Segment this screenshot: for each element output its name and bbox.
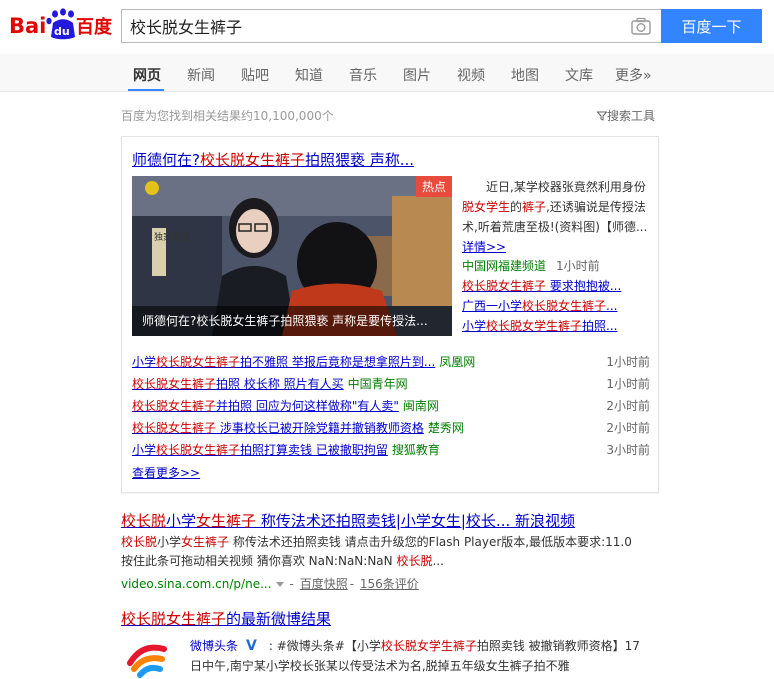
- hot-badge: 热点: [415, 176, 452, 197]
- dropdown-arrow-icon[interactable]: [275, 581, 284, 587]
- comments-link[interactable]: 156条评价: [360, 577, 419, 591]
- news-list-link[interactable]: 校长脱女生裤子并拍照 回应为何这样做称"有人卖": [132, 399, 399, 413]
- result-url-line: video.sina.com.cn/p/ne... - 百度快照 - 156条评价: [121, 577, 419, 591]
- side-news-link-2[interactable]: 广西一小学校长脱女生裤子...: [462, 297, 617, 314]
- weibo-headline-logo-icon[interactable]: [124, 633, 170, 679]
- news-summary: 近日,某学校器张竟然利用身份脱女学生的裤子,还诱骗说是传授法术,听着荒唐至极!(…: [462, 180, 648, 254]
- active-tab-indicator: [128, 89, 164, 91]
- weibo-result-title[interactable]: 校长脱女生裤子的最新微博结果: [121, 608, 331, 629]
- tab-web[interactable]: 网页: [133, 65, 161, 85]
- news-list-link[interactable]: 校长脱女生裤子 涉事校长已被开除党籍并撤销教师资格: [132, 421, 424, 435]
- news-card-title[interactable]: 师德何在?校长脱女生裤子拍照猥亵 声称...: [132, 149, 414, 170]
- news-read-more-link[interactable]: 详情>>: [462, 240, 506, 254]
- news-list-link[interactable]: 小学校长脱女生裤子拍不雅照 举报后竟称是想拿照片到...: [132, 355, 435, 369]
- tab-news[interactable]: 新闻: [187, 65, 215, 85]
- news-list-item: 校长脱女生裤子并拍照 回应为何这样做称"有人卖" 闽南网 2小时前: [132, 396, 650, 416]
- news-card: 师德何在?校长脱女生裤子拍照猥亵 声称... 独家报道 热点 师德何在?校长脱女…: [121, 136, 659, 493]
- tab-music[interactable]: 音乐: [349, 65, 377, 85]
- view-more-link[interactable]: 查看更多>>: [132, 464, 200, 481]
- news-list-link[interactable]: 校长脱女生裤子拍照 校长称 照片有人买: [132, 377, 344, 391]
- tab-images[interactable]: 图片: [403, 65, 431, 85]
- video-caption: 师德何在?校长脱女生裤子拍照猥亵 声称是要传授法...: [132, 306, 452, 336]
- verified-v-icon: V: [246, 638, 257, 654]
- tab-zhidao[interactable]: 知道: [295, 65, 323, 85]
- search-box: [121, 9, 661, 43]
- tabs-bar: 网页 新闻 贴吧 知道 音乐 图片 视频 地图 文库 更多»: [0, 54, 774, 92]
- result-url: video.sina.com.cn/p/ne...: [121, 577, 272, 591]
- news-list-item: 小学校长脱女生裤子拍照打算卖钱 已被撤职拘留 搜狐教育 3小时前: [132, 440, 650, 460]
- news-list-source: 楚秀网: [427, 421, 464, 435]
- news-list-source: 闽南网: [402, 399, 439, 413]
- news-list-item: 校长脱女生裤子 涉事校长已被开除党籍并撤销教师资格 楚秀网 2小时前: [132, 418, 650, 438]
- news-list-source: 搜狐教育: [391, 443, 440, 457]
- baidu-logo[interactable]: Bai du 百度: [9, 7, 113, 41]
- news-list-time: 1小时前: [606, 377, 650, 391]
- search-tools-label: 搜索工具: [607, 109, 656, 123]
- news-list-item: 小学校长脱女生裤子拍不雅照 举报后竟称是想拿照片到... 凤凰网 1小时前: [132, 352, 650, 372]
- weibo-author-link[interactable]: 微博头条: [190, 639, 238, 653]
- camera-icon[interactable]: [631, 17, 651, 35]
- result-abstract: 校长脱小学女生裤子 称传法术还拍照卖钱 请点击升级您的Flash Player版…: [121, 535, 632, 568]
- svg-text:du: du: [54, 25, 70, 38]
- snapshot-link[interactable]: 百度快照: [300, 577, 348, 591]
- news-list-time: 2小时前: [606, 421, 650, 435]
- tab-map[interactable]: 地图: [511, 65, 539, 85]
- news-list-item: 校长脱女生裤子拍照 校长称 照片有人买 中国青年网 1小时前: [132, 374, 650, 394]
- filter-icon: [596, 111, 608, 121]
- tab-more[interactable]: 更多»: [615, 65, 652, 85]
- tab-tieba[interactable]: 贴吧: [241, 65, 269, 85]
- news-list-time: 2小时前: [606, 399, 650, 413]
- news-list-time: 1小时前: [606, 355, 650, 369]
- news-list-time: 3小时前: [606, 443, 650, 457]
- news-list-source: 凤凰网: [439, 355, 476, 369]
- news-list-source: 中国青年网: [347, 377, 408, 391]
- result-count: 百度为您找到相关结果约10,100,000个: [121, 109, 334, 123]
- result-title[interactable]: 校长脱小学女生裤子 称传法术还拍照卖钱|小学女生|校长... 新浪视频: [121, 510, 575, 531]
- search-input[interactable]: [122, 10, 622, 42]
- side-news-link-1[interactable]: 校长脱女生裤子 要求抱抱被...: [462, 277, 621, 294]
- weibo-post-text: 微博头条 V: #微博头条#【小学校长脱女学生裤子拍照卖钱 被撤销教师资格】17日…: [190, 638, 640, 673]
- search-tools-button[interactable]: 搜索工具: [596, 107, 656, 124]
- header: Bai du 百度 百度一下: [0, 0, 774, 54]
- svg-text:独家报道: 独家报道: [154, 231, 190, 243]
- search-button[interactable]: 百度一下: [661, 9, 762, 43]
- news-list-link[interactable]: 小学校长脱女生裤子拍照打算卖钱 已被撤职拘留: [132, 443, 388, 457]
- tab-video[interactable]: 视频: [457, 65, 485, 85]
- news-source: 中国网福建频道 1小时前: [462, 259, 600, 273]
- side-news-link-3[interactable]: 小学校长脱女学生裤子拍照...: [462, 317, 617, 334]
- svg-text:Bai: Bai: [9, 14, 46, 38]
- svg-text:百度: 百度: [76, 16, 113, 38]
- tab-wenku[interactable]: 文库: [565, 65, 593, 85]
- news-video-thumbnail[interactable]: 独家报道 热点 师德何在?校长脱女生裤子拍照猥亵 声称是要传授法...: [132, 176, 452, 336]
